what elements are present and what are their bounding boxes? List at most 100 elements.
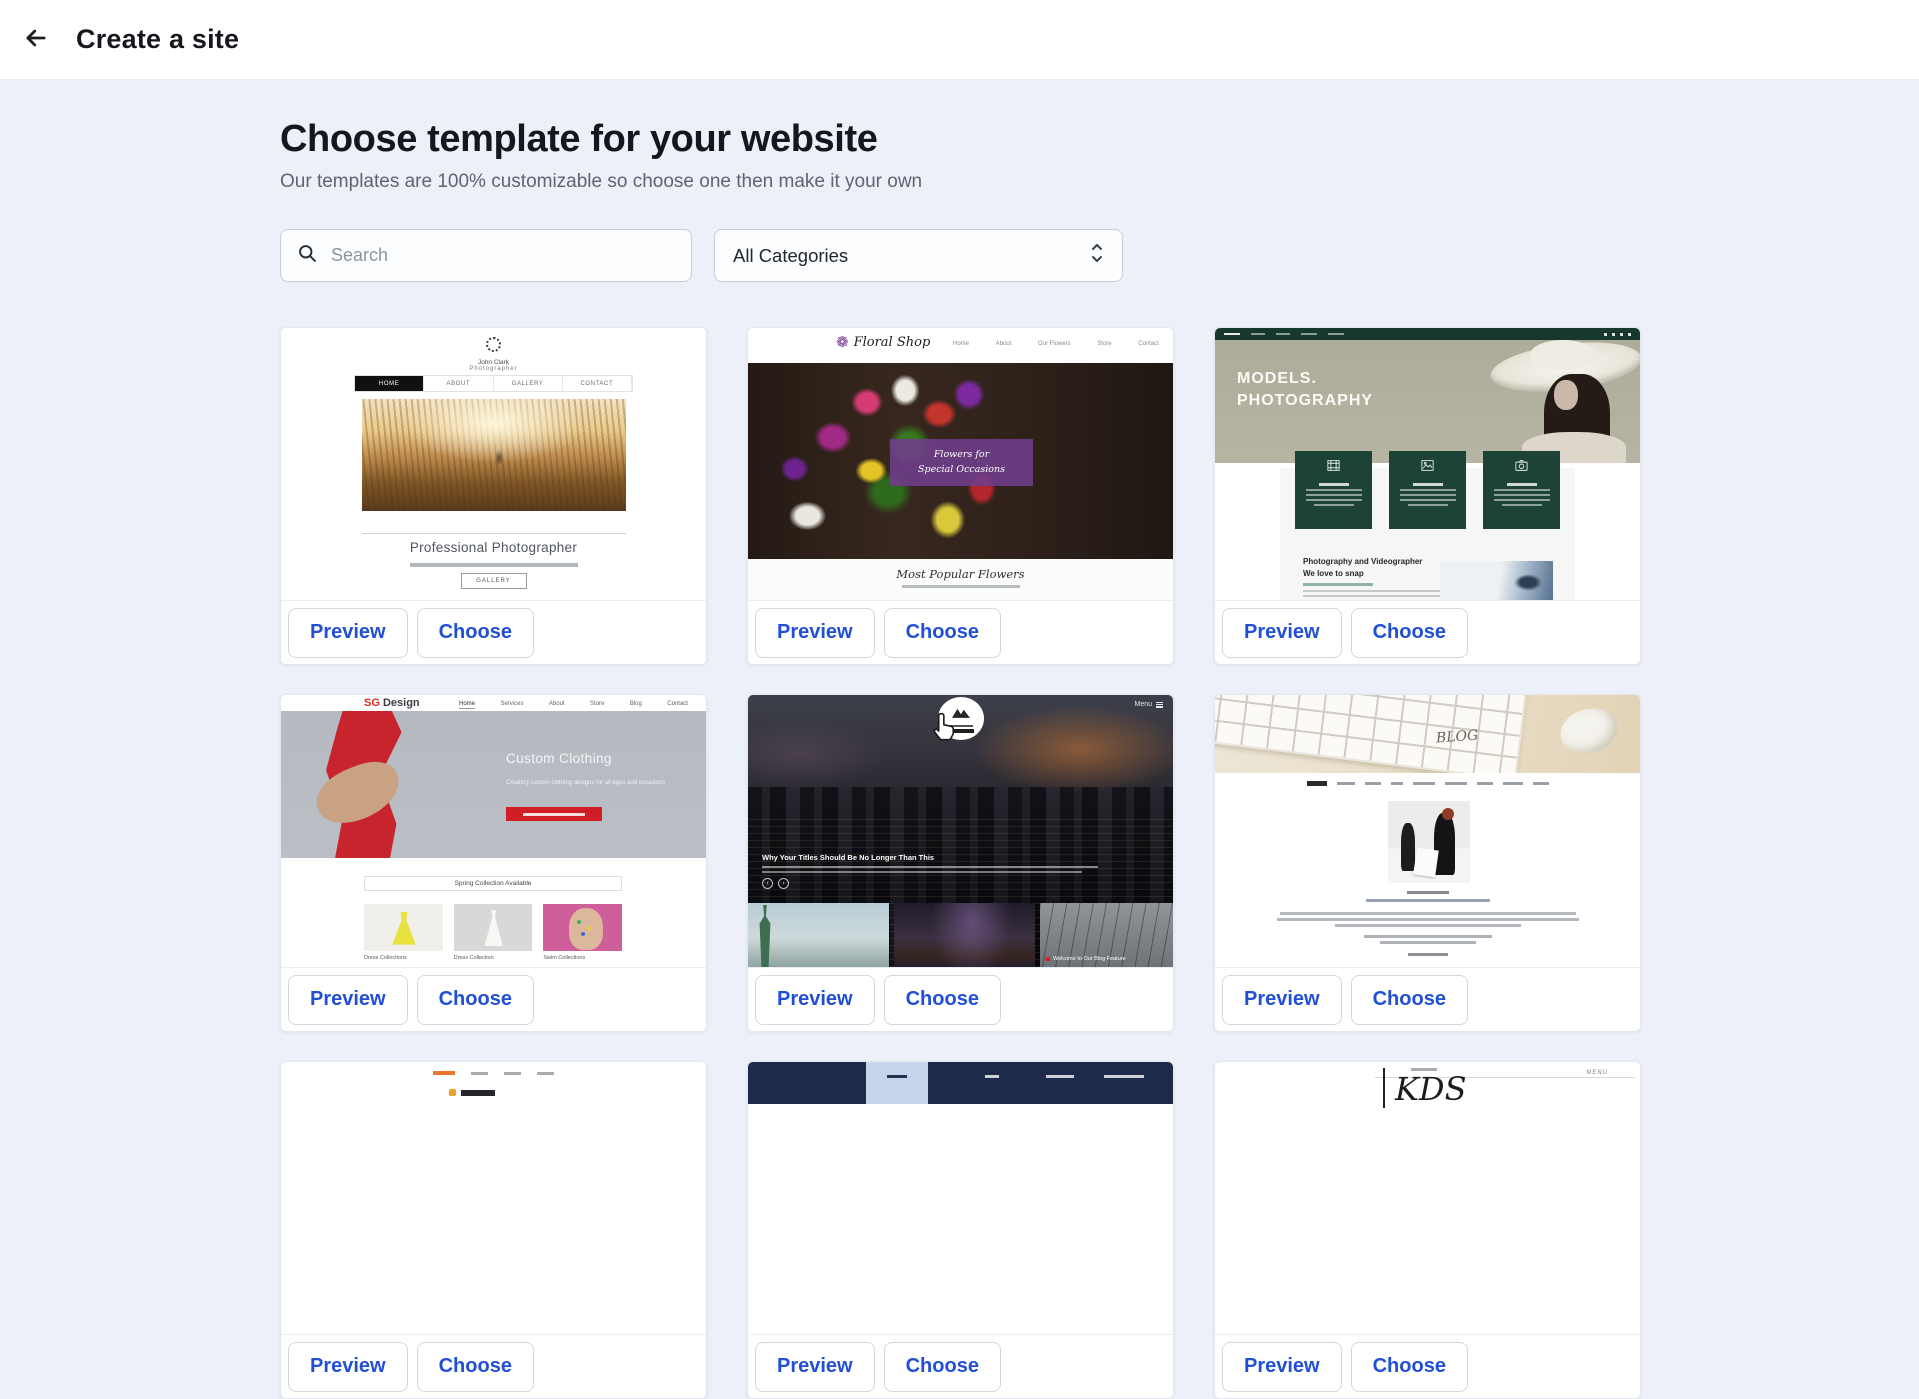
divider xyxy=(362,533,626,534)
card-footer: Preview Choose xyxy=(281,600,706,664)
mini-nav-item: Home xyxy=(953,341,969,347)
mini-nav-item xyxy=(1337,782,1355,785)
mini-logo-bar xyxy=(1307,781,1327,786)
mini-title-bar xyxy=(461,1090,495,1096)
mini-text-bar xyxy=(523,813,585,816)
preview-button[interactable]: Preview xyxy=(1222,608,1342,658)
preview-button[interactable]: Preview xyxy=(288,608,408,658)
mini-nav-item: Store xyxy=(1097,341,1111,347)
mini-nav-item xyxy=(1328,333,1344,336)
back-button[interactable] xyxy=(14,18,58,62)
mini-nav-item xyxy=(537,1072,554,1075)
mini-nav-item-active xyxy=(433,1071,455,1075)
mini-hero-overlay: Flowers for Special Occasions xyxy=(890,439,1033,486)
main-content: Choose template for your website Our tem… xyxy=(280,80,1642,1399)
mini-nav-item xyxy=(1413,782,1435,785)
mini-product-photo xyxy=(454,904,533,951)
template-preview-navy-portfolio xyxy=(748,1062,1173,1334)
choose-button[interactable]: Choose xyxy=(884,1342,1001,1392)
flower-icon: ❁ xyxy=(836,335,849,350)
red-dot xyxy=(1046,957,1050,961)
mini-text-bar xyxy=(1494,494,1550,496)
mini-hero-image xyxy=(362,399,626,511)
mini-text-bar xyxy=(1306,499,1362,501)
app-header: Create a site xyxy=(0,0,1919,80)
preview-button[interactable]: Preview xyxy=(1222,975,1342,1025)
mini-menu: Menu xyxy=(1134,701,1163,709)
mini-nav xyxy=(281,1071,706,1075)
choose-button[interactable]: Choose xyxy=(417,1342,534,1392)
mini-overlay-line: Flowers for xyxy=(934,448,989,462)
mini-hero-image-red-dress: Custom Clothing Creating custom clothing… xyxy=(281,711,706,858)
preview-button[interactable]: Preview xyxy=(755,975,875,1025)
mini-caption: Dress Collection xyxy=(454,955,533,961)
mini-nav-item-active xyxy=(866,1062,928,1104)
mini-nav-item: Home xyxy=(355,376,424,391)
mini-link-bar xyxy=(1303,583,1373,586)
section-subtitle: Our templates are 100% customizable so c… xyxy=(280,171,1642,193)
mini-nav-item xyxy=(1365,782,1381,785)
mini-nav-item xyxy=(1301,333,1317,336)
face-shape xyxy=(1554,380,1578,410)
mini-logo-badge xyxy=(938,697,984,740)
choose-button[interactable]: Choose xyxy=(1351,975,1468,1025)
choose-button[interactable]: Choose xyxy=(417,975,534,1025)
page-title: Create a site xyxy=(76,24,239,55)
card-footer: Preview Choose xyxy=(748,600,1173,664)
mini-section-title: We love to snap xyxy=(1303,569,1364,578)
mini-text-bar xyxy=(1494,489,1550,491)
mini-post-photo-statue xyxy=(748,903,889,967)
choose-button[interactable]: Choose xyxy=(1351,608,1468,658)
preview-button[interactable]: Preview xyxy=(1222,1342,1342,1392)
choose-button[interactable]: Choose xyxy=(884,975,1001,1025)
mini-text-bar xyxy=(762,866,1098,868)
mini-nav-item xyxy=(1391,782,1403,785)
preview-button[interactable]: Preview xyxy=(288,975,408,1025)
mini-nav-item: Store xyxy=(590,701,604,709)
mini-text-bar xyxy=(1407,891,1449,894)
template-preview-blog: BLOG xyxy=(1215,695,1640,967)
mini-logo-role: Photographer xyxy=(281,366,706,372)
preview-button[interactable]: Preview xyxy=(755,608,875,658)
mini-product-photo xyxy=(543,904,622,951)
category-select[interactable]: All Categories xyxy=(714,229,1123,282)
mini-nav-item: About xyxy=(996,341,1012,347)
white-dress-shape xyxy=(482,910,506,946)
orange-mark xyxy=(449,1089,456,1096)
mini-text-bar xyxy=(1314,504,1354,506)
mini-nav-item: Contact xyxy=(1138,341,1159,347)
template-card-travel-blog: Menu Why Your Titles Should Be No Longer… xyxy=(747,694,1174,1032)
camera-icon xyxy=(1514,458,1529,478)
mini-nav-item: About xyxy=(424,376,493,391)
mini-text-bar xyxy=(1280,912,1576,915)
preview-button[interactable]: Preview xyxy=(288,1342,408,1392)
choose-button[interactable]: Choose xyxy=(884,608,1001,658)
search-input[interactable] xyxy=(331,245,675,266)
mini-logo: John Clark Photographer xyxy=(281,337,706,372)
mini-logo-name: John Clark xyxy=(281,359,706,366)
mini-text-bar xyxy=(1408,504,1448,506)
template-preview-kds: KDS MENU xyxy=(1215,1062,1640,1334)
choose-button[interactable]: Choose xyxy=(1351,1342,1468,1392)
mini-caption: Dress Collections xyxy=(364,955,443,961)
card-footer: Preview Choose xyxy=(1215,600,1640,664)
card-footer: Preview Choose xyxy=(1215,1334,1640,1398)
card-footer: Preview Choose xyxy=(748,967,1173,1031)
preview-button[interactable]: Preview xyxy=(755,1342,875,1392)
mini-logo: ❁ Floral Shop xyxy=(836,335,930,350)
template-card-models-photography: MODELS. PHOTOGRAPHY xyxy=(1214,327,1641,665)
template-card-photographer: John Clark Photographer Home About Galle… xyxy=(280,327,707,665)
mini-nav-item xyxy=(1104,1075,1144,1078)
mini-logo-text: Design xyxy=(383,697,420,709)
search-box[interactable] xyxy=(280,229,692,282)
mini-navbar xyxy=(748,1062,1173,1104)
card-footer: Preview Choose xyxy=(1215,967,1640,1031)
mini-social-icons xyxy=(1604,333,1631,336)
mini-captions: Dress Collections Dress Collection Swim … xyxy=(364,955,622,961)
mini-tile-videography xyxy=(1295,451,1372,529)
choose-button[interactable]: Choose xyxy=(417,608,534,658)
search-icon xyxy=(297,243,318,269)
mini-nav-item xyxy=(471,1072,488,1075)
template-card-blog: BLOG xyxy=(1214,694,1641,1032)
mini-logo-text: KDS xyxy=(1395,1070,1466,1108)
